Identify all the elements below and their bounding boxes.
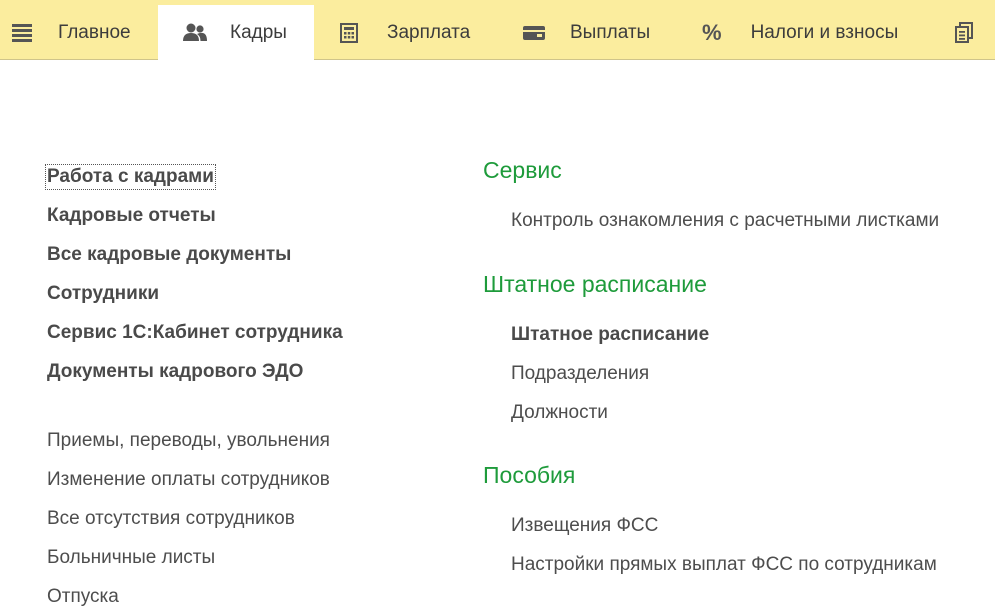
link-fss-direct-payments-settings[interactable]: Настройки прямых выплат ФСС по сотрудник… (511, 554, 937, 576)
link-hr-edo-documents[interactable]: Документы кадрового ЭДО (47, 361, 303, 383)
link-payslip-acknowledgement-control[interactable]: Контроль ознакомления с расчетными листк… (511, 210, 939, 232)
calculator-icon (340, 22, 358, 43)
tab-hr-label: Кадры (230, 22, 287, 43)
tab-salary[interactable]: Зарплата (330, 5, 500, 60)
more-sections-button[interactable] (946, 5, 986, 60)
tab-hr[interactable]: Кадры (158, 5, 314, 61)
group-title-service: Сервис (483, 157, 562, 183)
tab-taxes-label: Налоги и взносы (750, 21, 899, 43)
link-salary-changes[interactable]: Изменение оплаты сотрудников (47, 469, 330, 491)
section-tab-bar: Главное Кадры Зарплата Выплаты % Налоги … (0, 0, 995, 61)
link-departments[interactable]: Подразделения (511, 363, 649, 385)
link-sick-leaves[interactable]: Больничные листы (47, 547, 215, 569)
wallet-icon (523, 25, 545, 41)
link-vacations[interactable]: Отпуска (47, 586, 119, 608)
percent-icon: % (702, 19, 722, 45)
link-work-with-personnel[interactable]: Работа с кадрами (45, 164, 216, 190)
tab-main-label: Главное (58, 21, 131, 43)
link-employees[interactable]: Сотрудники (47, 283, 159, 305)
link-staffing-table[interactable]: Штатное расписание (511, 324, 709, 346)
link-fss-notices[interactable]: Извещения ФСС (511, 515, 658, 537)
tab-taxes[interactable]: % Налоги и взносы (690, 5, 930, 60)
tab-main[interactable]: Главное (44, 5, 154, 60)
tab-payments-label: Выплаты (570, 21, 651, 43)
link-positions[interactable]: Должности (511, 402, 608, 424)
tab-salary-label: Зарплата (387, 21, 471, 43)
tab-payments[interactable]: Выплаты (512, 5, 672, 60)
people-icon (182, 23, 208, 43)
link-hirings-transfers-dismissals[interactable]: Приемы, переводы, увольнения (47, 430, 330, 452)
copy-documents-icon (954, 21, 974, 44)
link-hr-reports[interactable]: Кадровые отчеты (47, 205, 216, 227)
link-employee-cabinet-service[interactable]: Сервис 1С:Кабинет сотрудника (47, 322, 343, 344)
group-title-benefits: Пособия (483, 462, 576, 488)
link-all-hr-documents[interactable]: Все кадровые документы (47, 244, 291, 266)
link-all-absences[interactable]: Все отсутствия сотрудников (47, 508, 295, 530)
hamburger-menu-icon[interactable] (12, 24, 32, 42)
group-title-staffing: Штатное расписание (483, 271, 707, 297)
